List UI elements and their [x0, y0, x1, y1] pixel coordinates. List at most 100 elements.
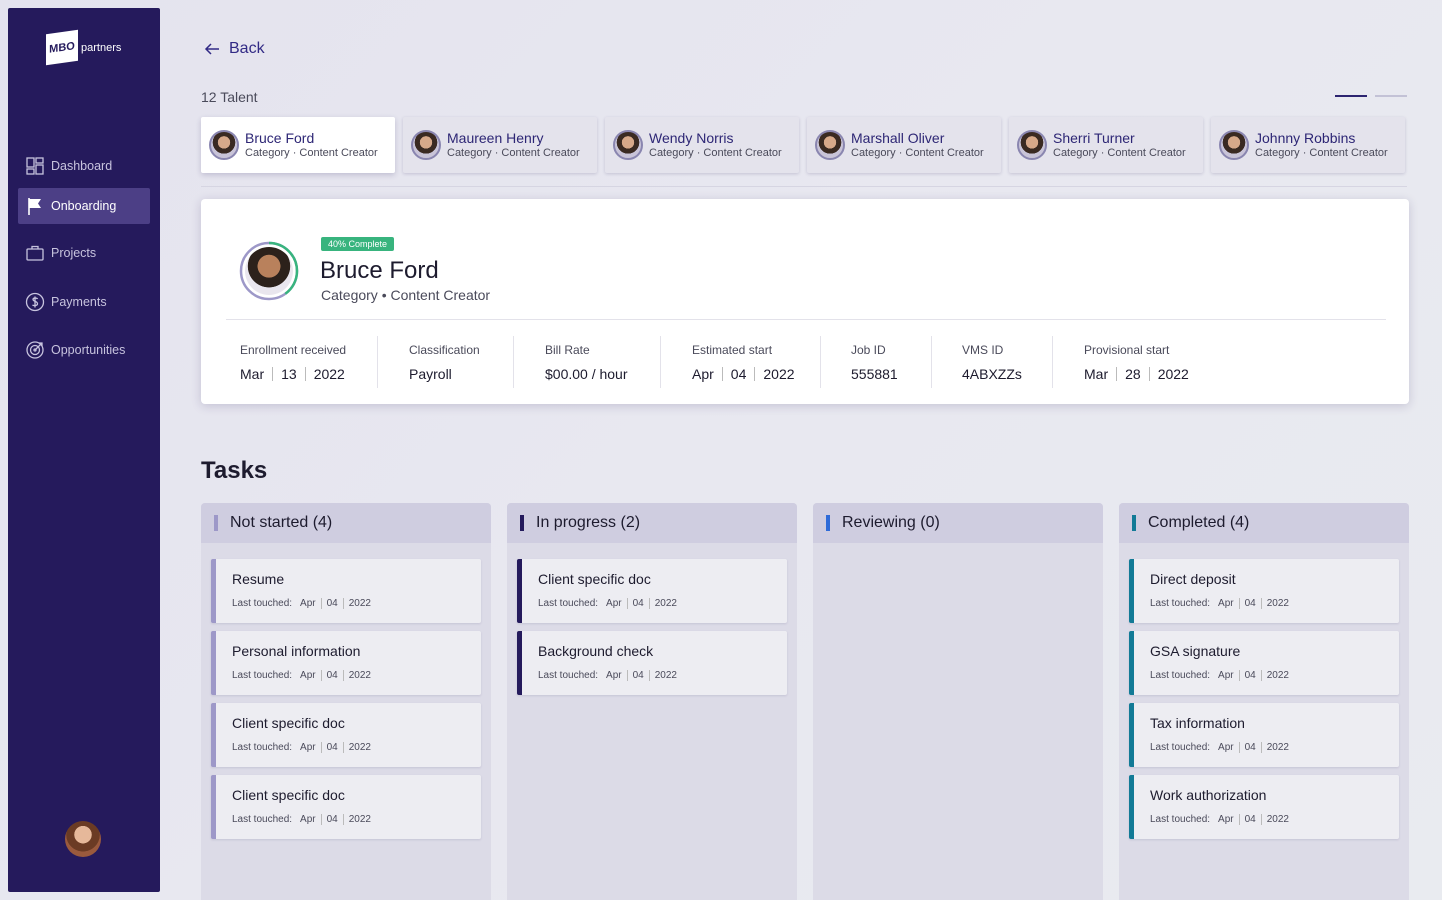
- tasks-heading: Tasks: [201, 457, 268, 484]
- task-card[interactable]: Personal information Last touched: Apr 04 20…: [211, 631, 481, 695]
- sidebar-item-opportunities[interactable]: Opportunities: [18, 332, 150, 368]
- talent-name: Wendy Norris: [649, 130, 734, 146]
- date-day: 04: [1244, 598, 1256, 609]
- separator: [1238, 742, 1240, 753]
- task-last-touched: Last touched: Apr 04 2022: [1150, 814, 1289, 825]
- column-header: In progress (2): [507, 503, 797, 543]
- talent-carousel: Bruce Ford Category · Content Creator Ma…: [201, 117, 1405, 173]
- talent-name: Johnny Robbins: [1255, 130, 1356, 146]
- task-title: Tax information: [1150, 715, 1245, 731]
- date-year: 2022: [348, 670, 371, 681]
- date-day: 04: [326, 814, 338, 825]
- task-column-completed: Completed (4) Direct deposit Last touched:…: [1119, 503, 1409, 900]
- date-month: Apr: [606, 598, 622, 609]
- divider: [201, 186, 1407, 187]
- separator: [1238, 814, 1240, 825]
- vms-id-value: 4ABXZZs: [962, 366, 1022, 382]
- task-title: GSA signature: [1150, 643, 1241, 659]
- date-month: Apr: [1218, 670, 1234, 681]
- talent-name: Bruce Ford: [245, 130, 315, 146]
- task-card[interactable]: Direct deposit Last touched: Apr 04 2022: [1129, 559, 1399, 623]
- pager-dot[interactable]: [1375, 95, 1407, 97]
- task-column-in-progress: In progress (2) Client specific doc Last t…: [507, 503, 797, 900]
- task-card[interactable]: Resume Last touched: Apr 04 2022: [211, 559, 481, 623]
- task-card[interactable]: Client specific doc Last touched: Apr 04 202…: [211, 703, 481, 767]
- talent-card[interactable]: Marshall Oliver Category · Content Creat…: [807, 117, 1001, 173]
- logo-mark: MBO: [46, 29, 78, 66]
- separator: [342, 814, 344, 825]
- pager-dot-active[interactable]: [1335, 95, 1367, 97]
- date-month: Apr: [300, 670, 316, 681]
- dashboard-icon: [26, 157, 44, 175]
- stat-value: 555881: [851, 366, 898, 382]
- last-touched-label: Last touched:: [232, 742, 293, 753]
- task-last-touched: Last touched: Apr 04 2022: [538, 598, 677, 609]
- task-last-touched: Last touched: Apr 04 2022: [232, 598, 371, 609]
- last-touched-label: Last touched:: [538, 670, 599, 681]
- separator: [320, 742, 322, 753]
- talent-card[interactable]: Maureen Henry Category · Content Creator: [403, 117, 597, 173]
- mbo-logo[interactable]: MBO partners: [46, 29, 122, 66]
- stat-label: VMS ID: [962, 343, 1004, 357]
- divider: [226, 319, 1386, 320]
- stat-value: Mar 28 2022: [1084, 366, 1189, 382]
- task-card[interactable]: GSA signature Last touched: Apr 04 2022: [1129, 631, 1399, 695]
- sidebar-item-onboarding[interactable]: Onboarding: [18, 188, 150, 224]
- date-year: 2022: [1266, 742, 1289, 753]
- date-day: 04: [730, 366, 747, 382]
- talent-name: Sherri Turner: [1053, 130, 1135, 146]
- job-id-value: 555881: [851, 366, 898, 382]
- task-card[interactable]: Work authorization Last touched: Apr 04 2022: [1129, 775, 1399, 839]
- column-accent-bar: [1132, 515, 1136, 531]
- date-year: 2022: [1157, 366, 1189, 382]
- task-card[interactable]: Client specific doc Last touched: Apr 04 202…: [211, 775, 481, 839]
- stat-classification: Classification Payroll: [409, 343, 480, 382]
- task-card[interactable]: Client specific doc Last touched: Apr 04 202…: [517, 559, 787, 623]
- last-touched-label: Last touched:: [232, 670, 293, 681]
- last-touched-label: Last touched:: [232, 598, 293, 609]
- date-month: Apr: [300, 742, 316, 753]
- separator: [1260, 670, 1262, 681]
- user-avatar[interactable]: [65, 821, 101, 857]
- logo-text: partners: [81, 41, 122, 54]
- column-title: Not started (4): [230, 514, 333, 531]
- avatar: [613, 130, 643, 160]
- stat-value: 4ABXZZs: [962, 366, 1022, 382]
- talent-category: Category · Content Creator: [447, 147, 580, 159]
- date-month: Apr: [1218, 598, 1234, 609]
- date-month: Apr: [1218, 814, 1234, 825]
- task-card[interactable]: Background check Last touched: Apr 04 2022: [517, 631, 787, 695]
- separator: [754, 367, 756, 381]
- last-touched-label: Last touched:: [1150, 814, 1211, 825]
- separator: [1260, 598, 1262, 609]
- talent-card[interactable]: Johnny Robbins Category · Content Creato…: [1211, 117, 1405, 173]
- briefcase-icon: [26, 245, 44, 261]
- sidebar-item-projects[interactable]: Projects: [18, 235, 150, 271]
- separator: [1238, 670, 1240, 681]
- carousel-pager: [1335, 95, 1407, 97]
- sidebar-item-dashboard[interactable]: Dashboard: [18, 148, 150, 184]
- talent-card[interactable]: Wendy Norris Category · Content Creator: [605, 117, 799, 173]
- talent-card[interactable]: Bruce Ford Category · Content Creator: [201, 117, 395, 173]
- date-year: 2022: [1266, 598, 1289, 609]
- stat-estimated-start: Estimated start Apr 04 2022: [692, 343, 795, 382]
- separator: [1148, 367, 1150, 381]
- date-day: 04: [1244, 742, 1256, 753]
- task-title: Direct deposit: [1150, 571, 1236, 587]
- talent-category: Category · Content Creator: [649, 147, 782, 159]
- task-last-touched: Last touched: Apr 04 2022: [538, 670, 677, 681]
- last-touched-label: Last touched:: [1150, 742, 1211, 753]
- date-year: 2022: [348, 742, 371, 753]
- talent-card[interactable]: Sherri Turner Category · Content Creator: [1009, 117, 1203, 173]
- separator: [721, 367, 723, 381]
- divider: [820, 336, 821, 388]
- separator: [342, 670, 344, 681]
- sidebar-item-payments[interactable]: Payments: [18, 284, 150, 320]
- separator: [626, 598, 628, 609]
- stat-value: Apr 04 2022: [692, 366, 795, 382]
- back-button[interactable]: Back: [203, 40, 265, 58]
- divider: [513, 336, 514, 388]
- task-card[interactable]: Tax information Last touched: Apr 04 2022: [1129, 703, 1399, 767]
- dollar-icon: [25, 292, 45, 312]
- task-last-touched: Last touched: Apr 04 2022: [1150, 742, 1289, 753]
